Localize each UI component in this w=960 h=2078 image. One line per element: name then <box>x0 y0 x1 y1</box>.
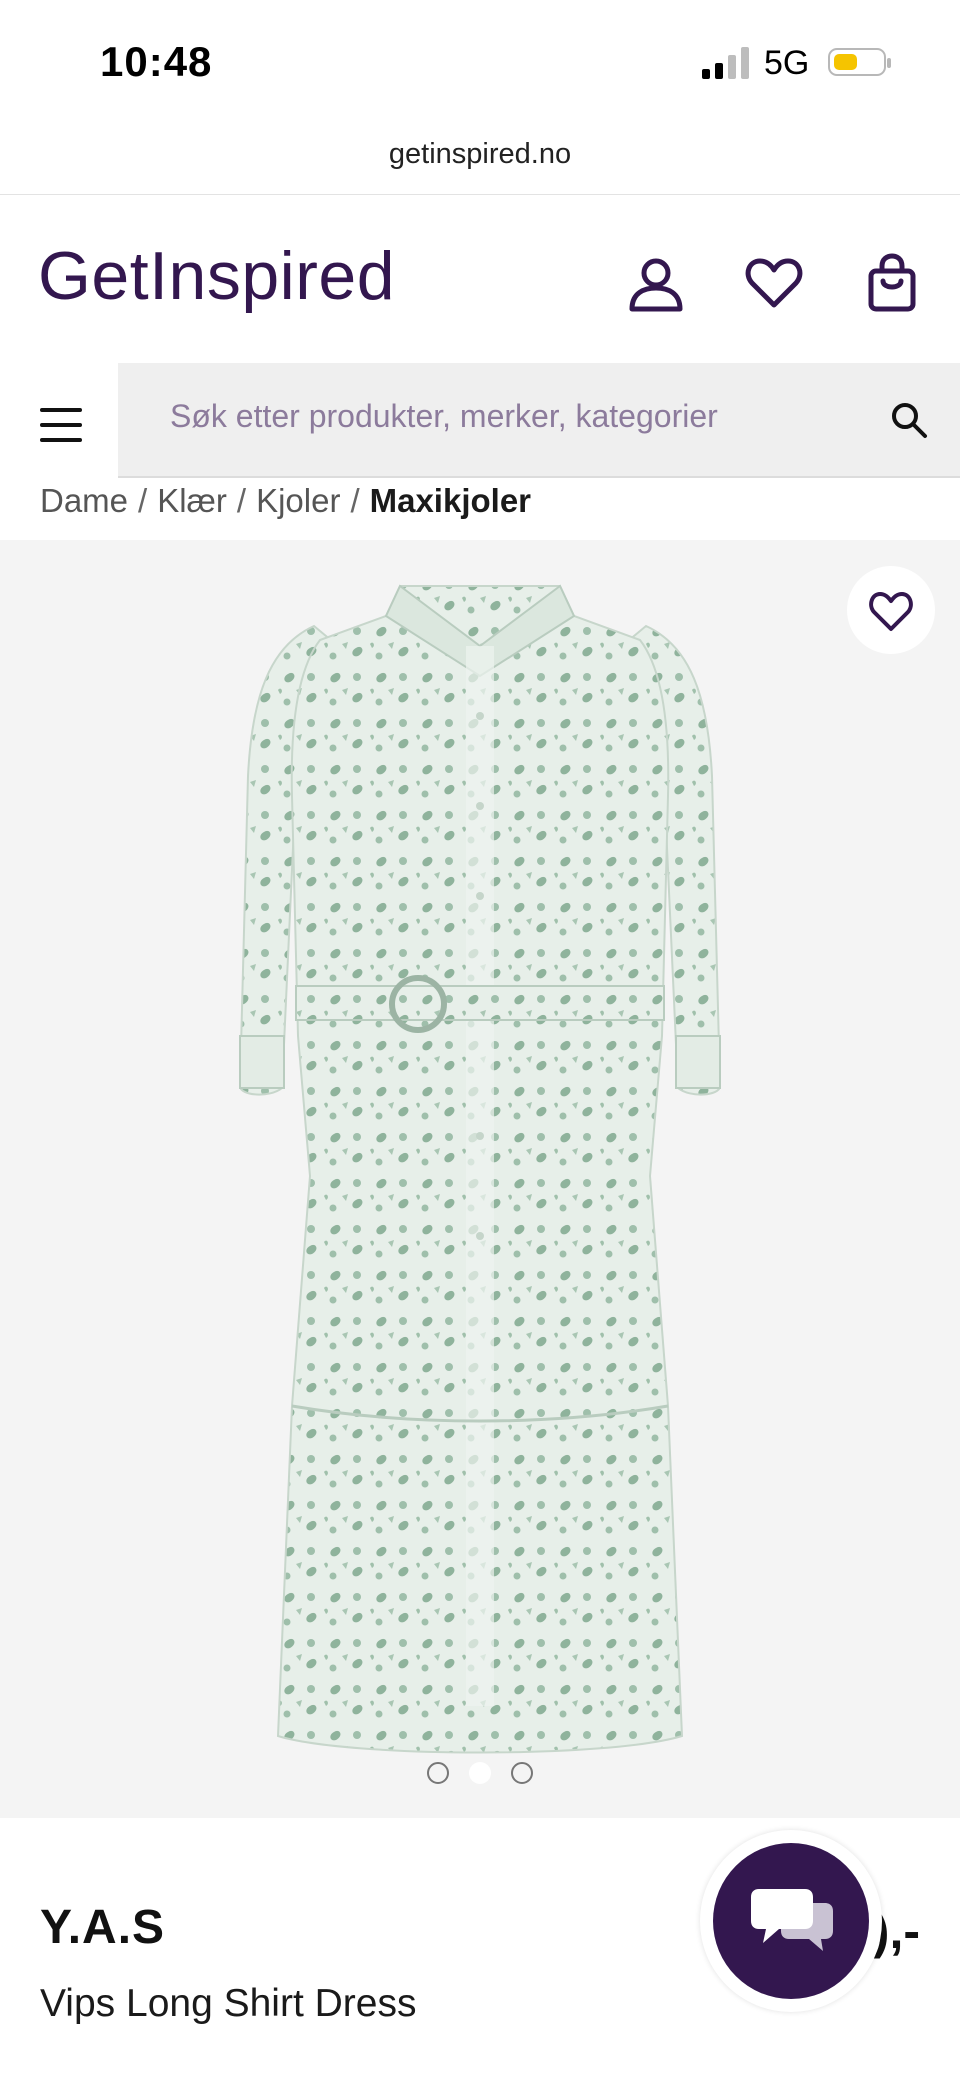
browser-url-bar[interactable]: getinspired.no <box>0 120 960 195</box>
shopping-bag-icon[interactable] <box>862 253 922 313</box>
search-icon[interactable] <box>890 401 928 439</box>
status-time: 10:48 <box>100 38 213 85</box>
user-icon[interactable] <box>626 253 686 313</box>
battery-level <box>834 54 857 70</box>
search-row <box>0 363 960 478</box>
product-image[interactable] <box>230 576 730 1776</box>
product-name: Vips Long Shirt Dress <box>40 1982 417 2025</box>
carousel-dot[interactable] <box>511 1762 533 1784</box>
breadcrumb-separator: / <box>138 482 148 519</box>
url-text: getinspired.no <box>388 138 572 170</box>
signal-strength-icon <box>702 47 752 79</box>
breadcrumb: Dame / Klær / Kjoler / Maxikjoler <box>0 478 960 540</box>
network-type: 5G <box>764 44 810 82</box>
search-box <box>118 363 960 478</box>
wishlist-button[interactable] <box>847 566 935 654</box>
breadcrumb-current: Maxikjoler <box>369 482 532 519</box>
carousel-dot[interactable] <box>427 1762 449 1784</box>
breadcrumb-kjoler[interactable]: Kjoler <box>256 482 340 519</box>
search-input[interactable] <box>170 398 850 435</box>
heart-outline-icon <box>869 592 913 631</box>
carousel-indicators <box>0 1762 960 1792</box>
hamburger-menu-icon[interactable] <box>0 363 118 478</box>
site-logo[interactable]: GetInspired <box>38 237 395 315</box>
site-header: GetInspired <box>0 195 960 363</box>
breadcrumb-dame[interactable]: Dame <box>40 482 128 519</box>
status-bar: 10:48 5G <box>0 0 960 120</box>
breadcrumb-separator: / <box>236 482 247 519</box>
product-image-gallery[interactable] <box>0 540 960 1818</box>
heart-icon[interactable] <box>744 253 804 313</box>
product-brand[interactable]: Y.A.S <box>40 1900 165 1955</box>
chat-button[interactable] <box>700 1830 882 2012</box>
carousel-dot-active[interactable] <box>469 1762 491 1784</box>
breadcrumb-separator: / <box>350 482 360 519</box>
chat-bubbles-icon <box>751 1889 833 1951</box>
breadcrumb-klaer[interactable]: Klær <box>157 482 227 519</box>
battery-icon <box>828 48 891 76</box>
